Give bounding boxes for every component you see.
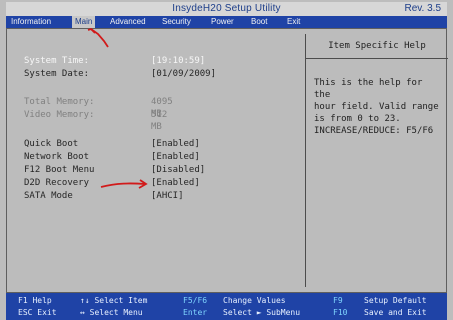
tab-exit[interactable]: Exit [287, 16, 300, 28]
window-title: InsydeH20 Setup Utility [172, 3, 281, 14]
key-help-footer: F1 Help ESC Exit ↑↓ Select Item ↔ Select… [6, 293, 447, 320]
footer-col-f-keys: F9 F10 [333, 295, 347, 319]
setting-value[interactable]: [Enabled] [151, 151, 200, 163]
setting-label: Video Memory: [24, 110, 95, 120]
footer-line: Save and Exit [364, 308, 427, 317]
tab-main[interactable]: Main [72, 16, 96, 28]
help-text: This is the help for the hour field. Val… [314, 78, 439, 136]
footer-line: F9 [333, 296, 343, 305]
setting-label: System Date: [24, 69, 90, 79]
title-bar: InsydeH20 Setup Utility Rev. 3.5 [6, 2, 447, 16]
setting-label: Network Boot [24, 152, 90, 162]
footer-line: Select ► SubMenu [223, 308, 301, 317]
menu-bar: Information Main Advanced Security Power… [6, 16, 447, 28]
footer-line: Change Values [223, 296, 286, 305]
setting-value[interactable]: [Disabled] [151, 164, 205, 176]
revision-label: Rev. 3.5 [404, 3, 442, 14]
item-help-panel: Item Specific Help This is the help for … [305, 34, 448, 287]
footer-col-select: ↑↓ Select Item ↔ Select Menu [80, 295, 147, 319]
footer-line: Enter [183, 308, 208, 317]
help-title: Item Specific Help [306, 34, 448, 59]
setting-label: F12 Boot Menu [24, 165, 95, 175]
bios-screen: InsydeH20 Setup Utility Rev. 3.5 Informa… [0, 0, 453, 320]
footer-line: ↔ Select Menu [80, 308, 143, 317]
footer-line: F1 Help [18, 296, 52, 305]
footer-col-help-exit: F1 Help ESC Exit [18, 295, 57, 319]
setting-value[interactable]: [01/09/2009] [151, 68, 216, 80]
setting-label: System Time: [24, 56, 90, 66]
setting-value: 512 MB [151, 110, 168, 132]
setting-value[interactable]: [Enabled] [151, 177, 200, 189]
footer-line: ESC Exit [18, 308, 57, 317]
setting-value[interactable]: [19:10:59] [151, 55, 205, 67]
setting-value[interactable]: [Enabled] [151, 138, 200, 150]
setting-label: SATA Mode [24, 191, 73, 201]
footer-col-default-save: Setup Default Save and Exit [364, 295, 427, 319]
tab-information[interactable]: Information [11, 16, 51, 28]
footer-line: F5/F6 [183, 296, 208, 305]
footer-col-keys: F5/F6 Enter [183, 295, 207, 319]
setting-label: Quick Boot [24, 139, 79, 149]
tab-security[interactable]: Security [162, 16, 191, 28]
footer-line: ↑↓ Select Item [80, 296, 148, 305]
setting-label: Total Memory: [24, 97, 95, 107]
setting-label: D2D Recovery [24, 178, 90, 188]
footer-line: Setup Default [364, 296, 427, 305]
tab-power[interactable]: Power [211, 16, 234, 28]
footer-col-actions: Change Values Select ► SubMenu [223, 295, 300, 319]
setting-value[interactable]: [AHCI] [151, 190, 184, 202]
footer-line: F10 [333, 308, 348, 317]
tab-advanced[interactable]: Advanced [110, 16, 146, 28]
tab-boot[interactable]: Boot [251, 16, 267, 28]
